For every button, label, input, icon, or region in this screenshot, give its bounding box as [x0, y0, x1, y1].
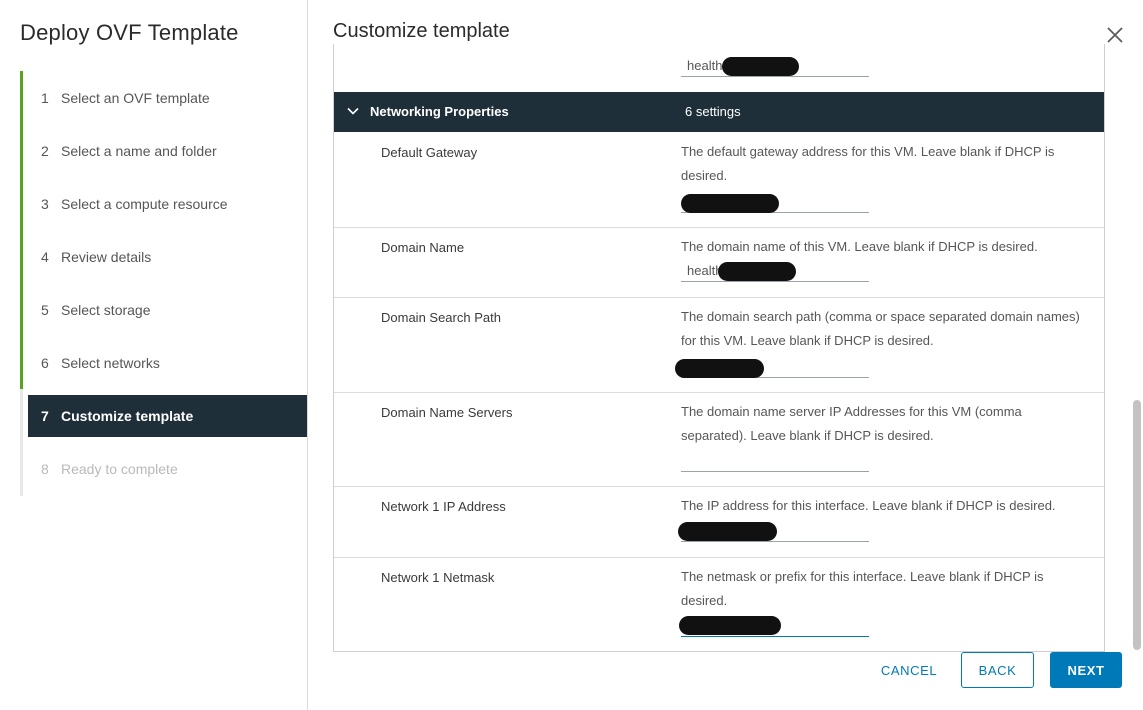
group-header-networking-properties[interactable]: Networking Properties 6 settings — [334, 92, 1104, 132]
step-number: 8 — [41, 461, 49, 477]
property-label: Domain Name Servers — [381, 405, 513, 420]
property-label: Domain Name — [381, 240, 465, 255]
step-label: Select a compute resource — [61, 196, 228, 212]
wizard-step-select-compute-resource[interactable]: 3 Select a compute resource — [28, 183, 307, 225]
scrollbar-thumb[interactable] — [1133, 400, 1141, 650]
back-button[interactable]: BACK — [961, 652, 1034, 688]
redacted-value — [679, 616, 781, 635]
domain-name-servers-input[interactable] — [681, 450, 869, 472]
step-number: 3 — [41, 196, 49, 212]
step-label: Customize template — [61, 408, 194, 424]
step-number: 1 — [41, 90, 49, 106]
panel-scrollbar[interactable] — [1131, 44, 1141, 652]
wizard-step-select-storage[interactable]: 5 Select storage — [28, 289, 307, 331]
wizard-step-ready-to-complete: 8 Ready to complete — [28, 448, 307, 490]
steps-remaining-bar — [20, 389, 23, 496]
property-row-network-1-netmask: Network 1 Netmask The netmask or prefix … — [334, 558, 1104, 651]
property-row-domain-search-path: Domain Search Path The domain search pat… — [334, 298, 1104, 393]
network-1-ip-address-input[interactable] — [678, 520, 869, 542]
redacted-value — [681, 194, 779, 213]
property-row-default-gateway: Default Gateway The default gateway addr… — [334, 132, 1104, 228]
group-settings-count: 6 settings — [685, 104, 741, 119]
previous-field-input[interactable]: health — [681, 55, 869, 77]
properties-panel[interactable]: health Networking Properties 6 settings … — [333, 44, 1105, 652]
property-description: The netmask or prefix for this interface… — [681, 569, 1044, 608]
group-title: Networking Properties — [370, 104, 509, 119]
property-label: Default Gateway — [381, 145, 478, 160]
wizard-step-select-networks[interactable]: 6 Select networks — [28, 342, 307, 384]
wizard-step-review-details[interactable]: 4 Review details — [28, 236, 307, 278]
step-number: 6 — [41, 355, 49, 371]
property-label: Domain Search Path — [381, 310, 501, 325]
property-row-domain-name-servers: Domain Name Servers The domain name serv… — [334, 393, 1104, 487]
domain-search-path-input[interactable] — [675, 356, 869, 378]
redacted-value — [718, 262, 796, 281]
redacted-value — [675, 359, 764, 378]
step-number: 2 — [41, 143, 49, 159]
wizard-step-customize-template[interactable]: 7 Customize template — [28, 395, 307, 437]
step-number: 5 — [41, 302, 49, 318]
property-description: The default gateway address for this VM.… — [681, 144, 1055, 183]
network-1-netmask-input[interactable] — [679, 615, 869, 637]
domain-name-input[interactable]: health — [681, 260, 869, 282]
wizard-sidebar: Deploy OVF Template 1 Select an OVF temp… — [0, 0, 308, 710]
step-label: Select an OVF template — [61, 90, 210, 106]
property-row-previous: health — [334, 44, 1104, 82]
wizard-step-select-name-folder[interactable]: 2 Select a name and folder — [28, 130, 307, 172]
close-icon[interactable] — [1104, 24, 1126, 46]
property-row-network-1-ip-address: Network 1 IP Address The IP address for … — [334, 487, 1104, 558]
default-gateway-input[interactable] — [681, 191, 869, 213]
next-button[interactable]: NEXT — [1050, 652, 1122, 688]
step-label: Select storage — [61, 302, 151, 318]
page-title: Customize template — [333, 20, 510, 42]
steps-progress-bar — [20, 71, 23, 389]
wizard-step-select-ovf-template[interactable]: 1 Select an OVF template — [28, 77, 307, 119]
redacted-value — [678, 522, 777, 541]
property-description: The domain search path (comma or space s… — [681, 309, 1080, 348]
step-label: Select networks — [61, 355, 160, 371]
property-description: The IP address for this interface. Leave… — [681, 498, 1056, 513]
step-label: Ready to complete — [61, 461, 178, 477]
field-value: health — [687, 58, 723, 73]
property-description: The domain name of this VM. Leave blank … — [681, 239, 1038, 254]
step-number: 7 — [41, 408, 49, 424]
wizard-title: Deploy OVF Template — [20, 20, 239, 45]
chevron-down-icon — [347, 107, 359, 115]
property-row-domain-name: Domain Name The domain name of this VM. … — [334, 228, 1104, 298]
cancel-button[interactable]: CANCEL — [873, 652, 945, 688]
step-label: Review details — [61, 249, 152, 265]
step-label: Select a name and folder — [61, 143, 217, 159]
redacted-value — [722, 57, 799, 76]
property-label: Network 1 IP Address — [381, 499, 506, 514]
property-label: Network 1 Netmask — [381, 570, 495, 585]
property-description: The domain name server IP Addresses for … — [681, 404, 1022, 443]
step-number: 4 — [41, 249, 49, 265]
